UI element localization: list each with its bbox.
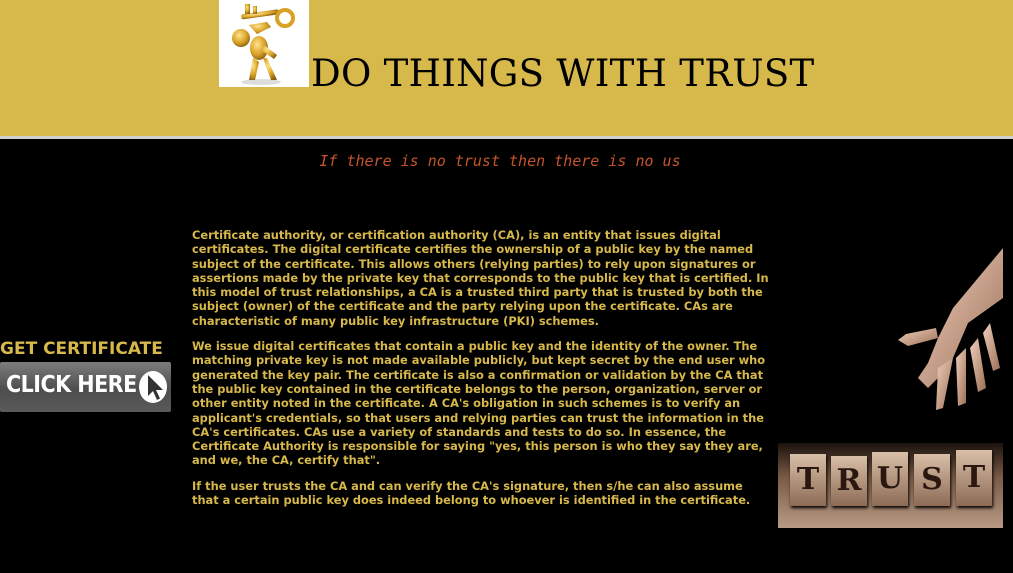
trust-block: T xyxy=(790,454,826,506)
trust-blocks: T R U S T xyxy=(790,450,995,508)
get-certificate-heading: GET CERTIFICATE xyxy=(0,339,163,359)
trust-block: T xyxy=(956,450,992,506)
site-title: DO THINGS WITH TRUST xyxy=(311,52,815,95)
main-content: Certificate authority, or certification … xyxy=(192,228,772,518)
trust-block: S xyxy=(914,454,950,506)
paragraph-digital-certificates: We issue digital certificates that conta… xyxy=(192,339,766,468)
paragraph-ca-definition: Certificate authority, or certification … xyxy=(192,228,769,328)
golden-figure-holding-key-icon xyxy=(219,0,309,87)
trust-block: R xyxy=(831,456,867,506)
paragraph-user-trust: If the user trusts the CA and can verify… xyxy=(192,478,751,508)
click-here-button[interactable]: CLICK HERE xyxy=(0,362,171,412)
site-header: DO THINGS WITH TRUST xyxy=(0,0,1013,139)
click-here-label: CLICK HERE xyxy=(6,372,137,398)
trust-block: U xyxy=(872,452,908,506)
tagline: If there is no trust then there is no us xyxy=(319,152,681,170)
mouse-pointer-icon xyxy=(137,369,169,405)
trust-hand-blocks-image: T R U S T xyxy=(778,228,1003,528)
